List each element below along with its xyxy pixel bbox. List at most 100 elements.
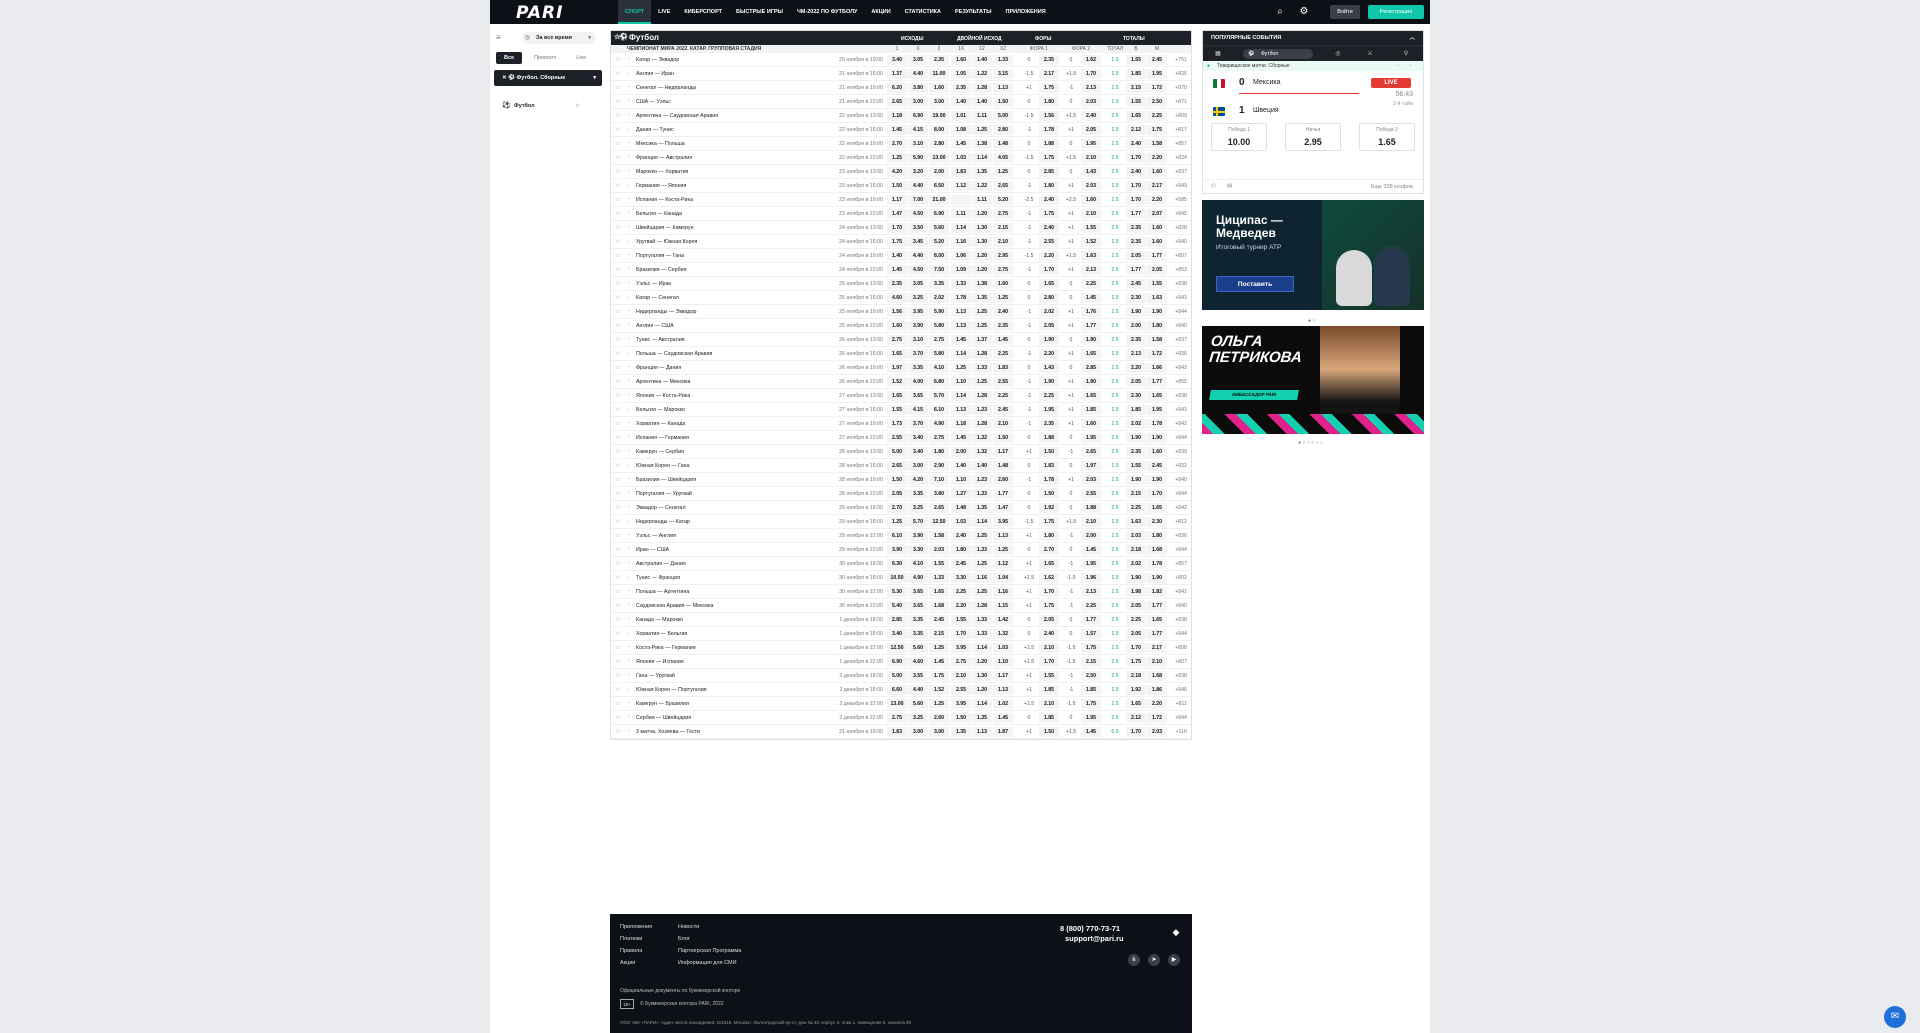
odd-cell[interactable]: 1.48 (993, 461, 1013, 471)
odd-cell[interactable]: 2.35 (951, 83, 971, 93)
match-teams[interactable]: Нидерланды — Эквадор (636, 309, 697, 315)
odd-cell[interactable]: 1.75 (1039, 153, 1059, 163)
odd-cell[interactable]: 2.13 (1126, 349, 1146, 359)
odd-cell[interactable]: 2.10 (1081, 153, 1101, 163)
close-icon[interactable]: ✕ ⚽ (502, 75, 517, 81)
more-markets-link[interactable]: +844 (1175, 309, 1187, 315)
footer-link[interactable]: Новости (678, 924, 699, 930)
odd-cell[interactable]: 4.15 (908, 405, 928, 415)
chevron-right-icon[interactable]: › (628, 518, 630, 524)
odd-cell[interactable]: 1.85 (1039, 713, 1059, 723)
chevron-right-icon[interactable]: › (628, 322, 630, 328)
odd-cell[interactable]: 2.10 (1039, 699, 1059, 709)
footer-link[interactable]: Партнерская Программа (678, 948, 741, 954)
odd-cell[interactable]: 1.12 (951, 181, 971, 191)
odd-cell[interactable]: 3.00 (908, 97, 928, 107)
table-row[interactable]: ☆ › Иран — США 29 ноября в 22:00 3.90 3.30 2.0… (611, 543, 1191, 557)
chevron-right-icon[interactable]: › (628, 728, 630, 734)
odd-cell[interactable]: 1.33 (972, 629, 992, 639)
odd-cell[interactable]: 2.13 (1081, 83, 1101, 93)
odd-cell[interactable]: 3.70 (908, 349, 928, 359)
nav-results[interactable]: РЕЗУЛЬТАТЫ (948, 0, 999, 24)
odd-cell[interactable]: 4.90 (929, 419, 949, 429)
phone-number[interactable]: 8 (800) 770-73-71 (1060, 924, 1120, 933)
odd-cell[interactable]: 11.00 (929, 69, 949, 79)
odd-cell[interactable]: 1.50 (951, 713, 971, 723)
star-icon[interactable]: ☆ (615, 490, 620, 497)
odd-cell[interactable]: 1.11 (972, 111, 992, 121)
odd-cell[interactable]: 8.00 (929, 125, 949, 135)
odd-cell[interactable]: 1.33 (972, 363, 992, 373)
odd-cell[interactable]: 6.20 (887, 83, 907, 93)
odd-cell[interactable]: 2.17 (1147, 181, 1167, 191)
star-icon[interactable]: ☆ (615, 686, 620, 693)
stats-icon[interactable]: ◴ (1211, 183, 1216, 189)
match-teams[interactable]: Португалия — Гана (636, 253, 684, 259)
odd-cell[interactable]: 1.95 (1081, 433, 1101, 443)
odd-cell[interactable]: 2.20 (1039, 349, 1059, 359)
odd-cell[interactable]: 3.50 (908, 223, 928, 233)
table-row[interactable]: ☆ › Англия — США 25 ноября в 22:00 1.60 3.90 5… (611, 319, 1191, 333)
odd-cell[interactable]: 4.40 (908, 251, 928, 261)
match-teams[interactable]: Англия — Иран (636, 71, 674, 77)
more-markets-link[interactable]: +870 (1175, 85, 1187, 91)
odd-cell[interactable]: 2.25 (993, 391, 1013, 401)
match-teams[interactable]: Франция — Дания (636, 365, 681, 371)
odd-cell[interactable]: 1.50 (993, 97, 1013, 107)
chevron-right-icon[interactable]: › (628, 98, 630, 104)
odd-cell[interactable]: 6.90 (929, 209, 949, 219)
star-icon[interactable]: ☆ (615, 616, 620, 623)
odd-cell[interactable]: 1.58 (1147, 139, 1167, 149)
odd-cell[interactable]: 1.58 (929, 531, 949, 541)
chevron-right-icon[interactable]: › (628, 420, 630, 426)
odd-cell[interactable]: 2.55 (951, 685, 971, 695)
odd-win1[interactable]: Победа 1 10.00 (1211, 123, 1267, 151)
odd-cell[interactable]: 1.35 (951, 727, 971, 737)
odd-cell[interactable]: 2.20 (1126, 363, 1146, 373)
match-teams[interactable]: Бельгия — Канада (636, 211, 682, 217)
odd-cell[interactable]: 2.40 (1126, 139, 1146, 149)
table-row[interactable]: ☆ › Бельгия — Канада 23 ноября в 22:00 1.47 4… (611, 207, 1191, 221)
nav-sport[interactable]: СПОРТ (618, 0, 652, 24)
odd-cell[interactable]: 1.10 (951, 475, 971, 485)
odd-cell[interactable]: 2.03 (1081, 97, 1101, 107)
odd-cell[interactable]: 3.25 (908, 293, 928, 303)
odd-cell[interactable]: 1.65 (887, 349, 907, 359)
carousel-dots[interactable]: ● ○ ○ ○ ○ ○ (1298, 440, 1323, 446)
odd-cell[interactable]: 1.25 (993, 167, 1013, 177)
odd-cell[interactable]: 1.95 (1081, 713, 1101, 723)
chevron-right-icon[interactable]: › (628, 490, 630, 496)
table-row[interactable]: ☆ › Испания — Коста-Рика 23 ноября в 19:00 1… (611, 193, 1191, 207)
star-icon[interactable]: ☆ (615, 322, 620, 329)
odd-cell[interactable]: 1.90 (1126, 475, 1146, 485)
star-icon[interactable]: ☆ (615, 266, 620, 273)
odd-cell[interactable]: 5.60 (929, 223, 949, 233)
odd-cell[interactable]: 1.37 (972, 335, 992, 345)
more-markets-link[interactable]: +832 (1175, 463, 1187, 469)
odd-cell[interactable]: 1.25 (972, 559, 992, 569)
odd-cell[interactable]: 1.20 (972, 685, 992, 695)
odd-cell[interactable]: 2.20 (1147, 153, 1167, 163)
odd-cell[interactable]: 1.77 (1126, 265, 1146, 275)
odd-cell[interactable]: 2.20 (1147, 699, 1167, 709)
odd-cell[interactable]: 1.25 (993, 545, 1013, 555)
star-icon[interactable]: ☆ (615, 406, 620, 413)
chevron-right-icon[interactable]: › (628, 350, 630, 356)
odd-cell[interactable]: 1.35 (972, 167, 992, 177)
period-select[interactable]: ◷ За все время ▾ (522, 32, 596, 44)
odd-cell[interactable]: 1.25 (972, 377, 992, 387)
odd-cell[interactable]: 2.35 (993, 321, 1013, 331)
odd-cell[interactable]: 3.55 (908, 671, 928, 681)
odd-cell[interactable]: 1.45 (951, 433, 971, 443)
odd-cell[interactable]: 2.02 (1126, 419, 1146, 429)
odd-cell[interactable]: 1.90 (1147, 475, 1167, 485)
odd-cell[interactable]: 1.80 (1147, 531, 1167, 541)
more-odds-link[interactable]: Еще 338 коэфов (1371, 184, 1413, 190)
star-icon[interactable]: ☆ (615, 182, 620, 189)
star-icon[interactable]: ☆ (615, 210, 620, 217)
odd-cell[interactable]: 1.45 (951, 335, 971, 345)
odd-cell[interactable]: 2.50 (1081, 671, 1101, 681)
odd-cell[interactable]: 1.50 (1039, 727, 1059, 737)
star-icon[interactable]: ☆ (615, 392, 620, 399)
odd-cell[interactable]: 1.25 (951, 363, 971, 373)
